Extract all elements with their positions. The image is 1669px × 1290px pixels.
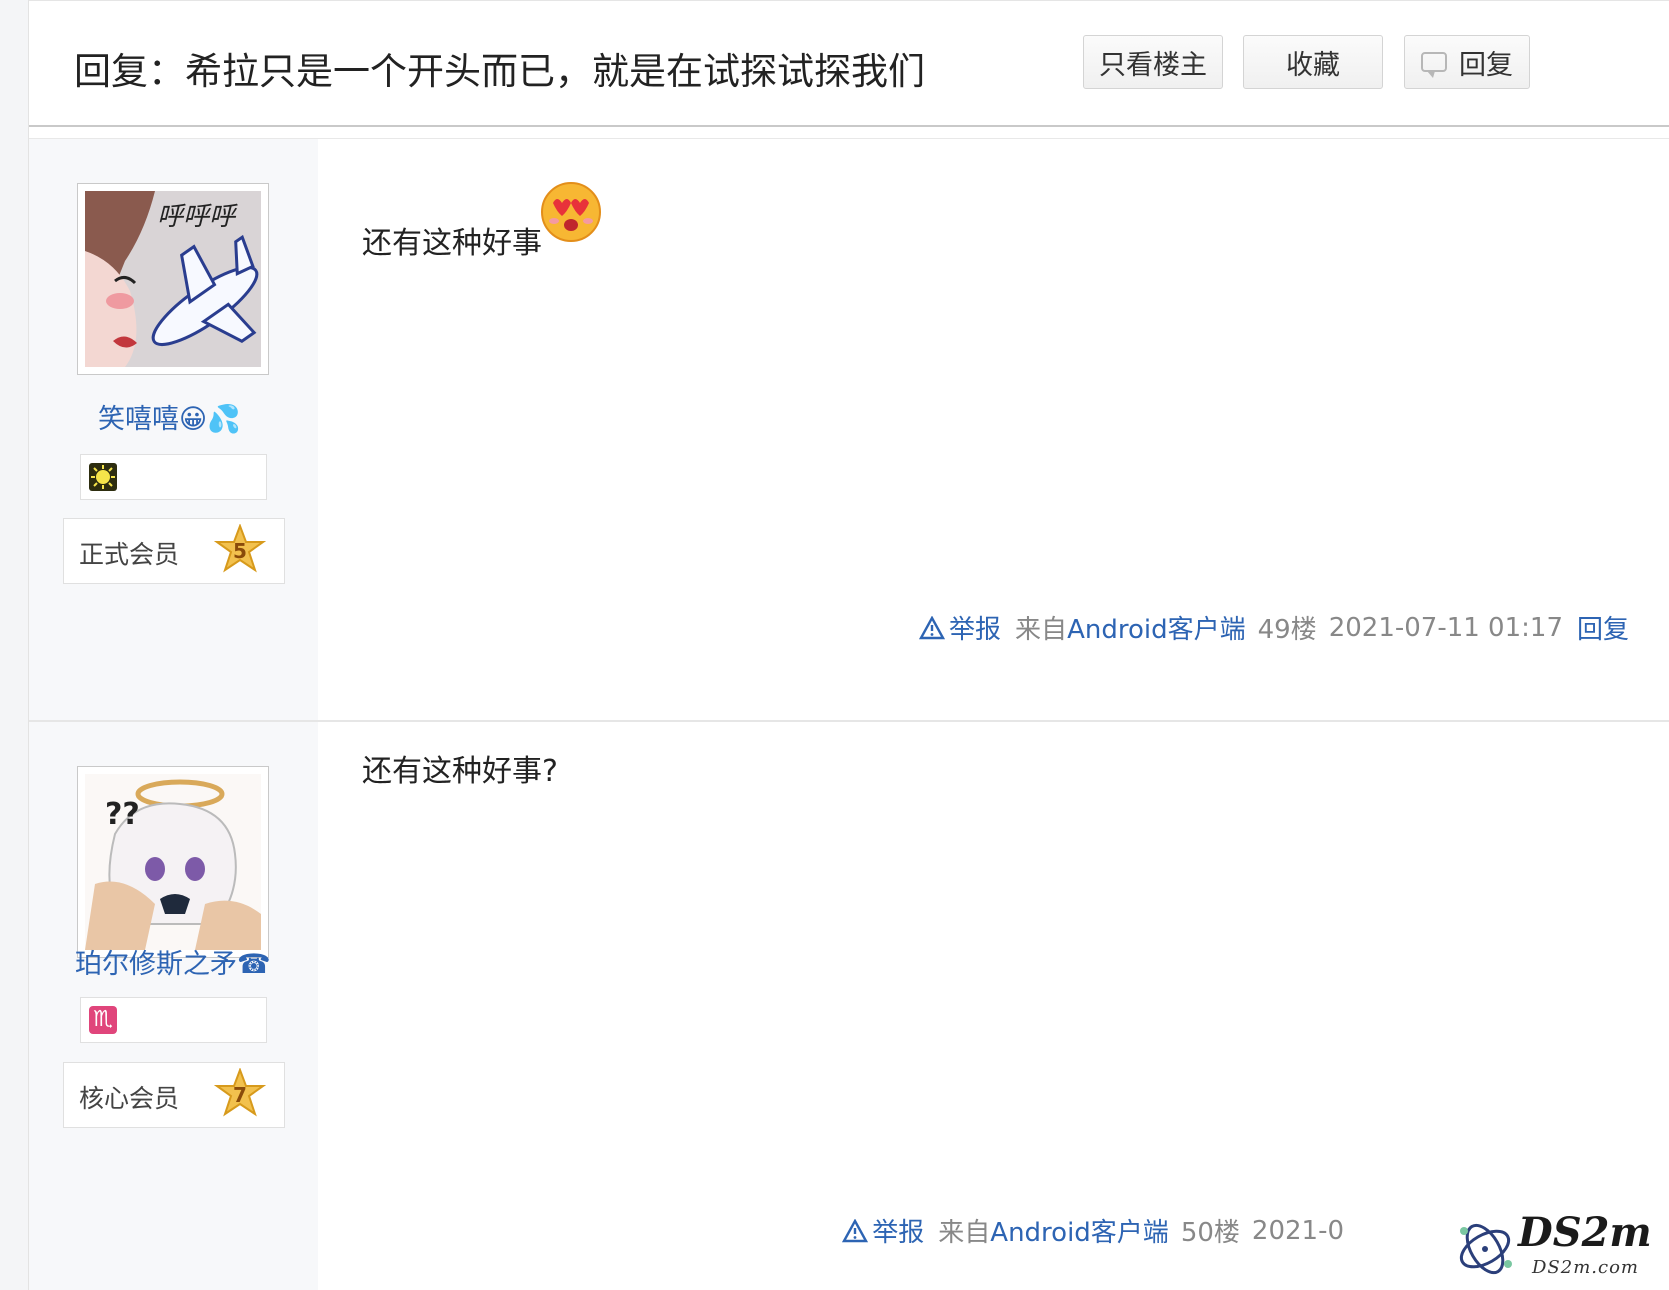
svg-text:7: 7 [233,1083,247,1107]
author-panel: ?? 珀尔修斯之矛☎ ♏ 核心会员 7 [29,722,318,1290]
post-reply-link[interactable]: 回复 [1577,609,1629,646]
sun-badge-icon [89,463,117,491]
thread-header: 回复：希拉只是一个开头而已，就是在试探试探我们 只看楼主 收藏 回复 [29,0,1669,127]
avatar[interactable]: ?? [77,766,269,958]
report-label: 举报 [949,615,1002,645]
warning-icon [919,615,946,639]
client-link[interactable]: Android客户端 [990,1218,1169,1248]
post-text: 还有这种好事 [362,226,542,261]
rank-label: 正式会员 [79,540,180,569]
username-text: 笑嘻嘻😀💦 [98,404,241,435]
reply-label: 回复 [1459,49,1513,81]
report-label: 举报 [872,1218,925,1248]
confused-chibi-avatar: ?? [85,774,261,950]
svg-text:5: 5 [233,539,247,563]
member-rank: 正式会员 5 [63,518,285,584]
svg-text:呼呼呼: 呼呼呼 [157,202,238,232]
client-source: 来自Android客户端 [1015,609,1246,646]
svg-text:??: ?? [105,797,140,832]
post-text: 还有这种好事? [362,754,558,789]
level-star-icon: 5 [214,524,266,573]
client-link[interactable]: Android客户端 [1067,615,1246,645]
post-meta: 举报 来自Android客户端 49楼 2021-07-11 01:17 回复 [919,609,1629,646]
client-source: 来自Android客户端 [938,1212,1169,1249]
report-link[interactable]: 举报 [842,1212,924,1249]
post-meta: 举报 来自Android客户端 50楼 2021-0 [842,1212,1344,1249]
post-50: ?? 珀尔修斯之矛☎ ♏ 核心会员 7 还有这种好事? 举报 来自Android… [29,722,1669,1290]
rank-label: 核心会员 [79,1084,180,1113]
username-text: 珀尔修斯之矛☎ [75,949,271,980]
level-star-icon: 7 [214,1068,266,1117]
member-rank: 核心会员 7 [63,1062,285,1128]
author-username[interactable]: 珀尔修斯之矛☎ [75,942,271,981]
floor-number: 49楼 [1257,615,1317,645]
badge-slot [80,454,267,500]
report-link[interactable]: 举报 [919,609,1001,646]
post-time: 2021-07-11 01:17 [1328,612,1563,643]
orbit-logo-icon [1459,1223,1512,1275]
post-49: 呼呼呼 笑嘻嘻😀💦 正式会员 5 还有这种好事 举报 来自Android客户端 … [29,139,1669,722]
author-panel: 呼呼呼 笑嘻嘻😀💦 正式会员 5 [29,139,318,722]
left-rail [0,0,29,1290]
badge-slot: ♏ [80,997,267,1043]
post-body: 还有这种好事 [362,182,601,262]
site-watermark: DS2m DS2m.com [1450,1205,1665,1290]
warning-icon [842,1218,869,1242]
floor-number: 50楼 [1180,1218,1240,1248]
only-op-button[interactable]: 只看楼主 [1083,35,1223,89]
reply-button[interactable]: 回复 [1404,35,1530,89]
scorpio-badge-icon: ♏ [89,1006,117,1034]
post-body: 还有这种好事? [362,746,558,790]
heart-eyes-emoji-icon [541,182,601,242]
only-op-label: 只看楼主 [1099,49,1207,81]
watermark-brand: DS2m [1518,1209,1652,1256]
post-time: 2021-0 [1251,1215,1344,1246]
author-username[interactable]: 笑嘻嘻😀💦 [98,397,241,436]
watermark-domain: DS2m.com [1532,1257,1639,1278]
comment-bubble-icon [1421,52,1447,78]
favorite-button[interactable]: 收藏 [1243,35,1383,89]
thread-title: 回复：希拉只是一个开头而已，就是在试探试探我们 [74,50,925,93]
favorite-label: 收藏 [1286,49,1340,81]
avatar[interactable]: 呼呼呼 [77,183,269,375]
anime-girl-airplane-avatar: 呼呼呼 [85,191,261,367]
client-prefix: 来自 [1015,615,1068,645]
post-page: 回复：希拉只是一个开头而已，就是在试探试探我们 只看楼主 收藏 回复 呼呼呼 笑… [0,0,1669,1290]
client-prefix: 来自 [938,1218,991,1248]
